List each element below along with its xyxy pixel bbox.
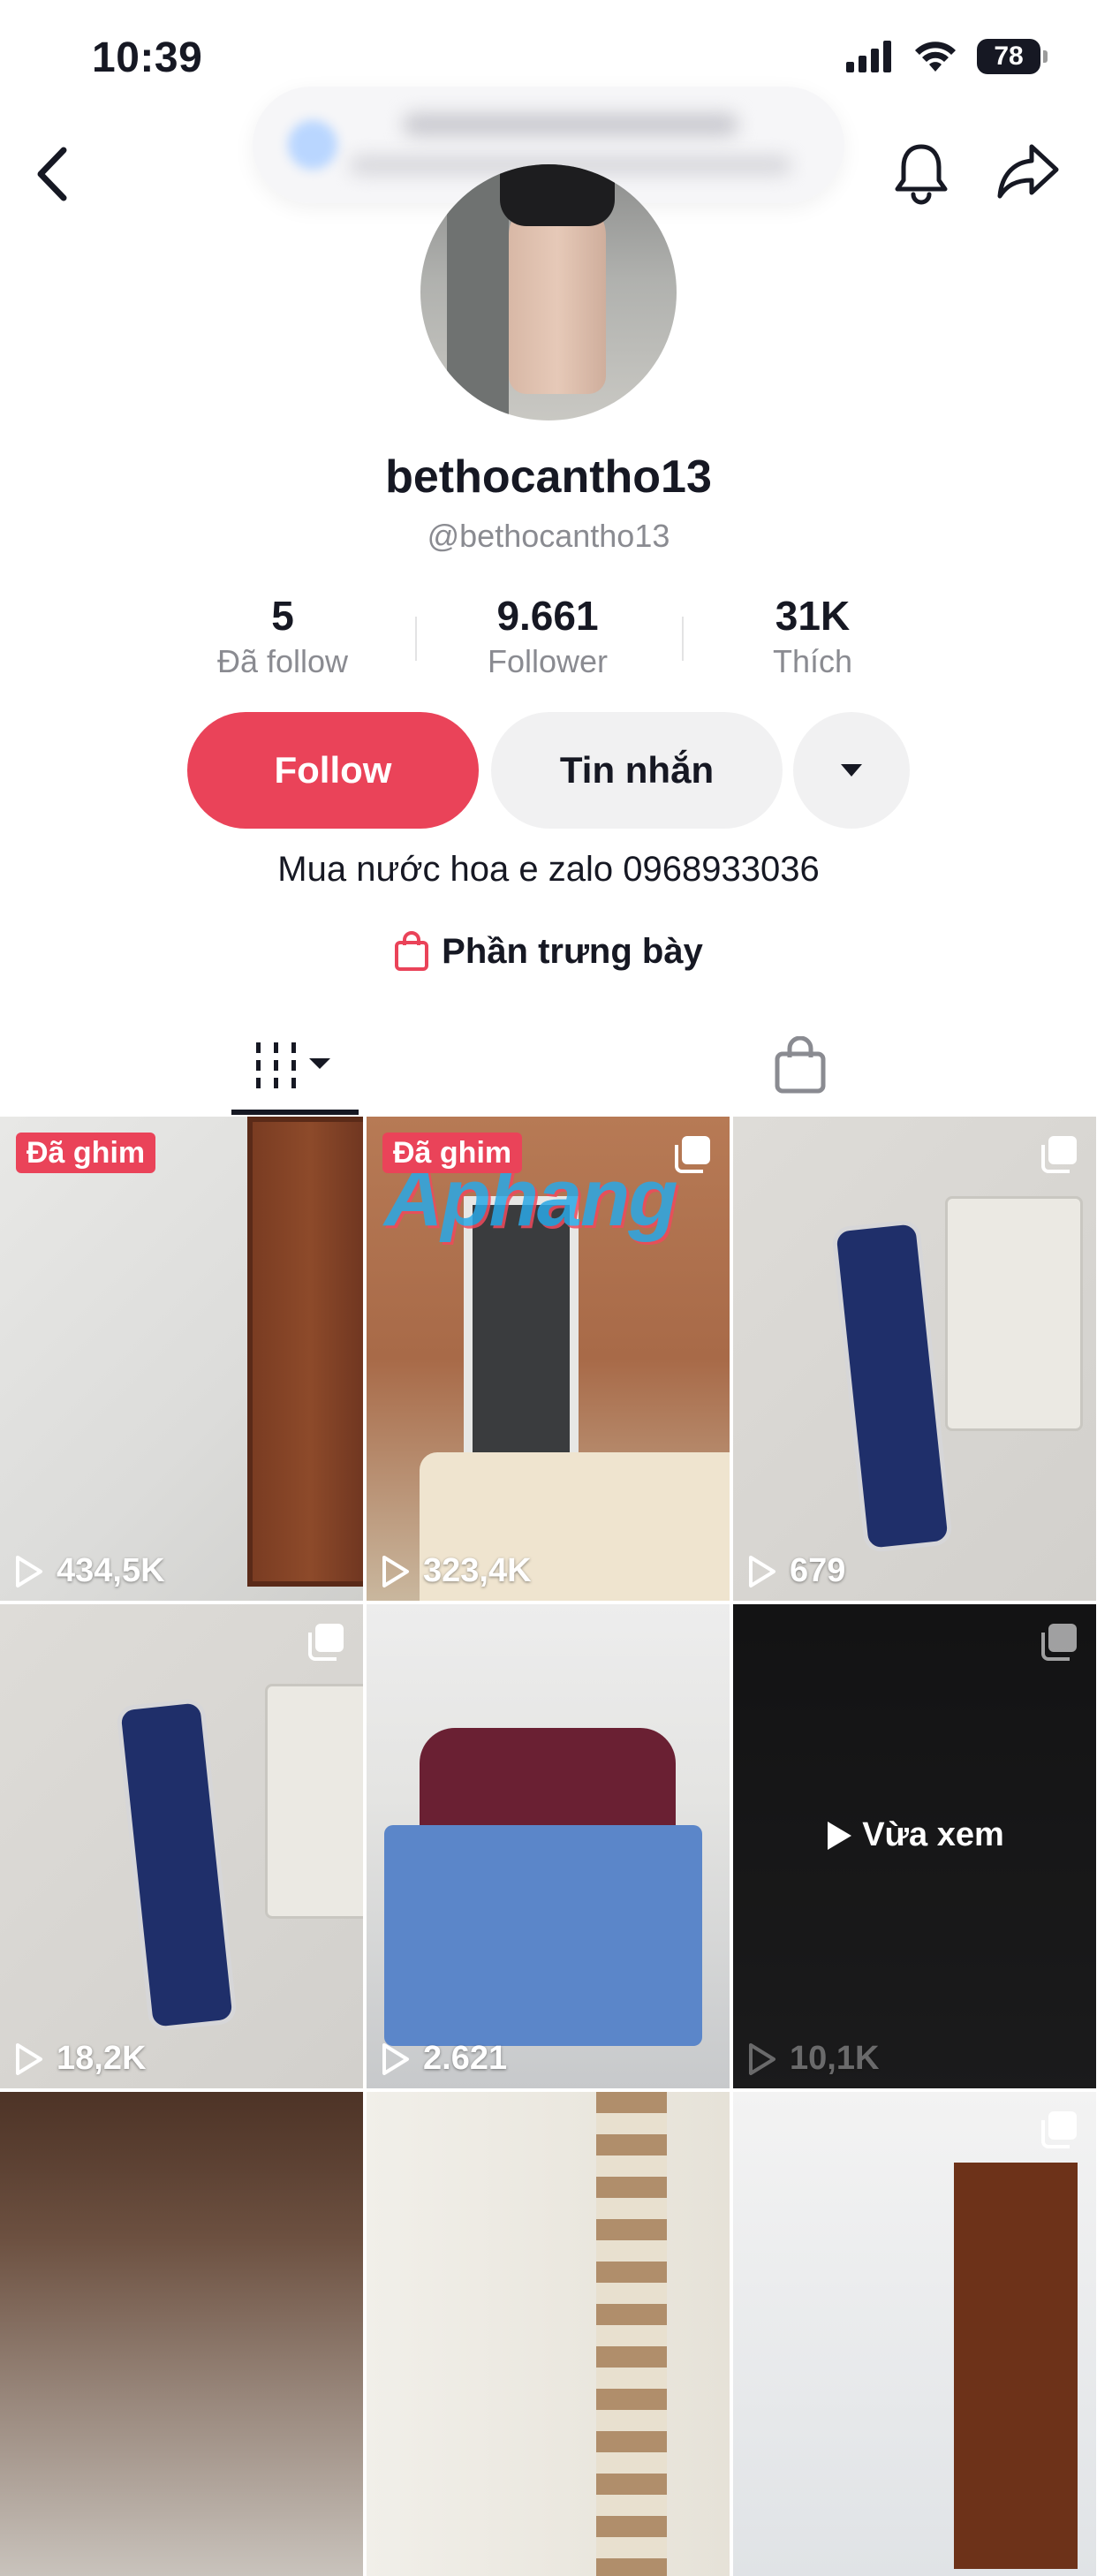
avatar-photo-detail: [500, 164, 615, 226]
video-tile[interactable]: Aphang Đã ghim 323,4K: [367, 1117, 730, 1601]
view-count: 679: [747, 1552, 845, 1590]
grid-icon: [256, 1042, 330, 1088]
recently-watched-text: Vừa xem: [862, 1816, 1004, 1853]
video-thumbnail-keytag: [830, 1218, 954, 1554]
multi-image-icon: [1041, 2111, 1077, 2148]
share-button[interactable]: [995, 141, 1062, 203]
more-options-button[interactable]: [793, 712, 910, 829]
play-icon: [16, 1555, 42, 1587]
notification-button[interactable]: [892, 141, 950, 205]
video-thumbnail-headboard: [420, 1728, 676, 1834]
multi-image-icon: [675, 1136, 710, 1173]
bell-icon: [895, 144, 948, 205]
play-icon: [749, 1555, 775, 1587]
pinned-badge: Đã ghim: [16, 1133, 156, 1173]
message-button[interactable]: Tin nhắn: [491, 712, 783, 829]
caret-down-icon: [841, 764, 862, 777]
multi-image-icon: [1041, 1624, 1077, 1661]
status-indicators: 78: [846, 39, 1048, 74]
view-count-value: 434,5K: [57, 1552, 165, 1589]
view-count: 2.621: [381, 2040, 507, 2078]
profile-bio: Mua nước hoa e zalo 0968933036: [277, 850, 820, 889]
showcase-link[interactable]: Phần trưng bày: [0, 931, 1097, 972]
status-time: 10:39: [92, 34, 203, 81]
play-icon: [382, 2042, 409, 2075]
view-count: 18,2K: [14, 2040, 146, 2078]
stat-following-label: Đã follow: [216, 643, 349, 679]
video-tile[interactable]: [0, 2092, 363, 2576]
view-count-value: 2.621: [423, 2040, 508, 2077]
back-button[interactable]: [32, 143, 72, 205]
tab-active-indicator: [231, 1110, 359, 1115]
wifi-icon: [915, 42, 956, 72]
pinned-badge: Đã ghim: [382, 1133, 523, 1173]
video-tile[interactable]: Vừa xem 10,1K: [733, 1604, 1096, 2088]
battery-level: 78: [994, 42, 1024, 71]
play-icon: [828, 1821, 852, 1850]
multi-image-icon: [1041, 1136, 1077, 1173]
video-tile[interactable]: 18,2K: [0, 1604, 363, 2088]
profile-actions: Follow Tin nhắn: [0, 712, 1097, 829]
play-icon: [749, 2042, 775, 2075]
follow-button[interactable]: Follow: [187, 712, 479, 829]
stat-followers-label: Follower: [487, 643, 609, 679]
back-arrow-icon: [37, 147, 67, 201]
video-thumbnail-switch: [945, 1196, 1083, 1431]
view-count: 434,5K: [14, 1552, 165, 1590]
shopping-bag-icon: [395, 931, 429, 971]
tab-shop[interactable]: [756, 1016, 844, 1115]
play-icon: [16, 2042, 42, 2075]
video-thumbnail-door: [247, 1117, 363, 1587]
view-count-value: 323,4K: [423, 1552, 532, 1589]
share-icon: [997, 144, 1059, 199]
stat-following-value: 5: [271, 593, 294, 639]
stat-likes-label: Thích: [772, 643, 853, 679]
video-tile[interactable]: [733, 2092, 1096, 2576]
battery-indicator: 78: [977, 39, 1048, 74]
tab-videos[interactable]: [231, 1016, 359, 1115]
video-thumbnail-door: [954, 2163, 1078, 2569]
video-thumbnail-mattress: [384, 1825, 702, 2046]
stat-followers-value: 9.661: [496, 593, 599, 639]
shopping-bag-icon: [775, 1036, 826, 1094]
play-icon: [382, 1555, 409, 1587]
stat-followers[interactable]: 9.661 Follower: [415, 592, 680, 680]
view-count-value: 10,1K: [790, 2040, 880, 2077]
view-count-value: 18,2K: [57, 2040, 147, 2077]
video-tile[interactable]: [367, 2092, 730, 2576]
multi-image-icon: [308, 1624, 344, 1661]
view-count-value: 679: [790, 1552, 846, 1589]
suggestion-title-blurred: [403, 113, 738, 136]
stat-likes[interactable]: 31K Thích: [680, 592, 945, 680]
stat-likes-value: 31K: [775, 593, 851, 639]
showcase-label: Phần trưng bày: [442, 931, 703, 971]
suggestion-avatar: [288, 120, 337, 170]
video-thumbnail-keytag: [115, 1697, 238, 2033]
video-tile[interactable]: 679: [733, 1117, 1096, 1601]
video-tile[interactable]: Đã ghim 434,5K: [0, 1117, 363, 1601]
video-thumbnail-curtain: [596, 2092, 667, 2576]
view-count: 323,4K: [381, 1552, 532, 1590]
recently-watched-label: Vừa xem: [733, 1816, 1096, 1854]
profile-stats: 5 Đã follow 9.661 Follower 31K Thích: [0, 592, 1097, 689]
video-tile[interactable]: 2.621: [367, 1604, 730, 2088]
stat-following[interactable]: 5 Đã follow: [150, 592, 415, 680]
video-thumbnail-switch: [265, 1684, 363, 1919]
profile-display-name: bethocantho13: [385, 451, 712, 503]
avatar-photo-subject: [509, 200, 606, 394]
profile-handle: @bethocantho13: [427, 518, 670, 554]
cellular-signal-icon: [846, 41, 891, 72]
profile-avatar[interactable]: [420, 164, 677, 420]
view-count: 10,1K: [747, 2040, 879, 2078]
